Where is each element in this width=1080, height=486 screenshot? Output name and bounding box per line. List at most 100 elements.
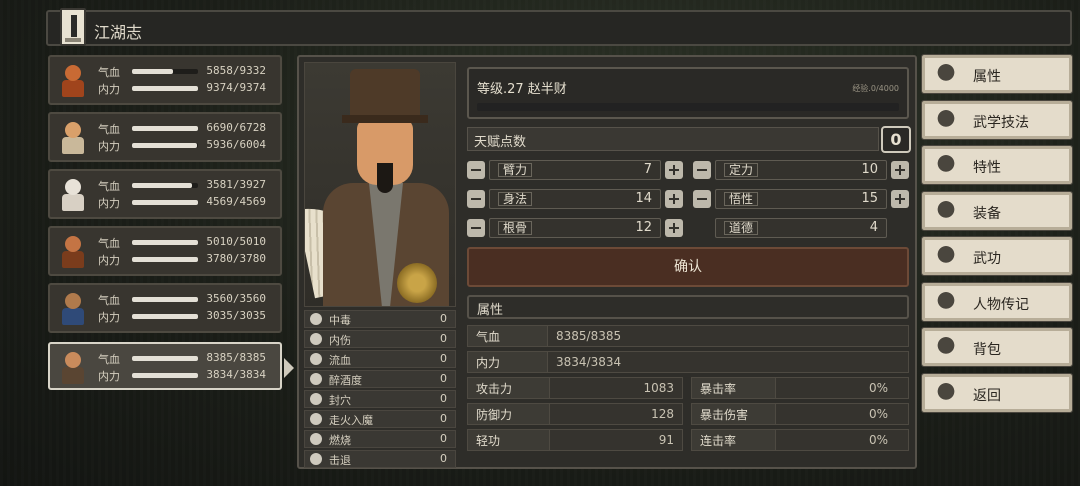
- combat-stat-row: 防御力 128: [467, 403, 683, 425]
- sword-icon: [933, 198, 959, 225]
- mp-bar: [132, 314, 198, 319]
- menu-button[interactable]: 返回: [921, 372, 1073, 413]
- mp-value: 3834/3834: [556, 355, 622, 369]
- minus-button[interactable]: [693, 190, 711, 208]
- attribute-box: 身法 14: [489, 189, 661, 209]
- party-member[interactable]: 气血 内力 5010/5010 3780/3780: [48, 226, 282, 276]
- mp-bar-fill: [132, 143, 198, 148]
- menu-button[interactable]: 特性: [921, 145, 1073, 185]
- status-effect-value: 0: [440, 372, 447, 385]
- status-effect-icon: [310, 393, 322, 405]
- combat-stat-label: 暴击伤害: [692, 404, 776, 424]
- mp-bar: [132, 200, 198, 205]
- party-member[interactable]: 气血 内力 8385/8385 3834/3834: [48, 342, 294, 390]
- hp-value: 3581/3927: [206, 178, 266, 191]
- minus-button[interactable]: [467, 161, 485, 179]
- menu-button[interactable]: 属性: [921, 54, 1073, 94]
- menu-label: 武功: [973, 251, 1001, 267]
- status-effect-value: 0: [440, 312, 447, 325]
- plus-button[interactable]: [665, 219, 683, 237]
- hp-label: 气血: [98, 294, 120, 307]
- status-effect-icon: [310, 433, 322, 445]
- party-member[interactable]: 气血 内力 5858/9332 9374/9374: [48, 55, 282, 105]
- mp-value: 9374/9374: [206, 81, 266, 94]
- combat-stat-value: 91: [658, 433, 674, 447]
- exp-text: 经验.0/4000: [852, 84, 899, 93]
- attribute-row: 悟性 15: [693, 189, 911, 209]
- mp-bar-fill: [132, 373, 198, 378]
- confirm-button[interactable]: 确认: [467, 247, 909, 287]
- attribute-name: 悟性: [724, 192, 759, 206]
- avatar-head: [65, 179, 81, 195]
- attribute-row: 臂力 7: [467, 160, 685, 180]
- combat-stat-label: 防御力: [468, 404, 550, 424]
- menu-label: 人物传记: [973, 296, 1029, 313]
- party-member[interactable]: 气血 内力 6690/6728 5936/6004: [48, 112, 282, 162]
- plus-button[interactable]: [665, 161, 683, 179]
- attribute-box: 根骨 12: [489, 218, 661, 238]
- mp-bar-fill: [132, 86, 198, 91]
- exp-bar: [477, 103, 899, 111]
- martial-arts-icon: [933, 107, 959, 134]
- party-member[interactable]: 气血 内力 3581/3927 4569/4569: [48, 169, 282, 219]
- status-effect-row: 中毒 0: [304, 310, 456, 328]
- combat-stat-label: 轻功: [468, 430, 550, 450]
- status-effect-icon: [310, 413, 322, 425]
- hp-value: 6690/6728: [206, 121, 266, 134]
- book-icon: [933, 244, 959, 270]
- attribute-name: 道德: [724, 221, 759, 235]
- hp-bar-fill: [132, 69, 174, 74]
- hp-label: 气血: [98, 123, 120, 136]
- mp-label: 内力: [98, 254, 120, 267]
- attribute-value: 15: [861, 191, 878, 206]
- status-effect-value: 0: [440, 412, 447, 425]
- mp-bar-fill: [132, 314, 198, 319]
- plus-button[interactable]: [891, 161, 909, 179]
- hp-bar: [132, 240, 198, 245]
- status-effect-label: 击退: [329, 454, 351, 467]
- door-icon: [933, 380, 959, 407]
- avatar-head: [65, 293, 81, 309]
- biography-icon: [933, 289, 959, 316]
- menu-button[interactable]: 装备: [921, 190, 1073, 231]
- minus-button[interactable]: [467, 219, 485, 237]
- plus-button[interactable]: [665, 190, 683, 208]
- talent-points-value: 0: [881, 126, 911, 153]
- status-effect-icon: [310, 313, 322, 325]
- page-title: 江湖志: [94, 23, 143, 42]
- status-effect-value: 0: [440, 352, 447, 365]
- menu-button[interactable]: 武学技法: [921, 99, 1073, 140]
- mp-bar-fill: [132, 200, 198, 205]
- properties-title: 属性: [477, 303, 504, 318]
- menu-button[interactable]: 武功: [921, 236, 1073, 276]
- plus-button[interactable]: [891, 190, 909, 208]
- attribute-value: 14: [635, 191, 652, 206]
- avatar-body: [62, 308, 84, 325]
- minus-button[interactable]: [693, 161, 711, 179]
- avatar-body: [62, 137, 84, 154]
- party-member[interactable]: 气血 内力 3560/3560 3035/3035: [48, 283, 282, 333]
- member-avatar: [56, 120, 90, 156]
- mp-label: 内力: [98, 370, 120, 383]
- mp-label: 内力: [98, 83, 120, 96]
- combat-stat-value: 128: [651, 407, 674, 421]
- hp-bar: [132, 183, 198, 188]
- hp-bar: [132, 126, 198, 131]
- menu-label: 属性: [973, 69, 1001, 85]
- attribute-name: 根骨: [498, 221, 533, 235]
- hp-bar-fill: [132, 297, 198, 302]
- status-effect-row: 击退 0: [304, 450, 456, 468]
- hp-bar-fill: [132, 356, 198, 361]
- trait-icon: [933, 153, 959, 179]
- menu-button[interactable]: 人物传记: [921, 281, 1073, 322]
- status-effect-row: 走火入魔 0: [304, 410, 456, 428]
- talent-points-label: 天赋点数: [474, 135, 527, 150]
- status-effect-value: 0: [440, 432, 447, 445]
- hp-row: 气血 8385/8385: [467, 325, 909, 347]
- mp-row: 内力 3834/3834: [467, 351, 909, 373]
- hp-value: 3560/3560: [206, 292, 266, 305]
- menu-button[interactable]: 背包: [921, 327, 1073, 367]
- minus-button[interactable]: [467, 190, 485, 208]
- avatar-head: [65, 352, 81, 368]
- avatar-head: [65, 236, 81, 252]
